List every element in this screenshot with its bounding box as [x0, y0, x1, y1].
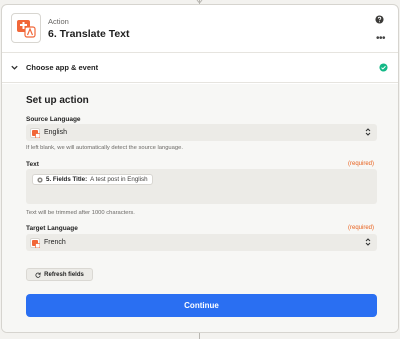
- check-circle-icon: [379, 63, 388, 72]
- source-language-label: Source Language: [26, 116, 81, 123]
- text-field-hint: Text will be trimmed after 1000 characte…: [26, 210, 135, 216]
- target-language-value: French: [44, 238, 66, 246]
- required-indicator: (required): [347, 161, 374, 167]
- formatter-icon: [37, 176, 43, 183]
- pill-field-value: A test post in English: [90, 176, 148, 183]
- target-language-select[interactable]: French: [26, 234, 377, 251]
- step-title[interactable]: 6. Translate Text: [48, 28, 130, 40]
- choose-app-section[interactable]: Choose app & event: [2, 53, 398, 83]
- refresh-fields-label: Refresh fields: [44, 271, 84, 278]
- section-label: Choose app & event: [26, 63, 99, 72]
- select-arrows-icon: [365, 128, 371, 136]
- step-header: Action 6. Translate Text •••: [2, 5, 398, 53]
- text-input[interactable]: 5. Fields Title: A test post in English: [26, 169, 377, 204]
- select-arrows-icon: [365, 238, 371, 246]
- source-language-value: English: [44, 128, 67, 136]
- source-language-hint: If left blank, we will automatically det…: [26, 145, 183, 151]
- step-type-label: Action: [48, 17, 69, 26]
- flow-connector-bottom: [199, 333, 200, 339]
- refresh-fields-button[interactable]: Refresh fields: [26, 268, 93, 281]
- action-step-card: Action 6. Translate Text ••• Choose app …: [1, 4, 399, 333]
- chevron-down-icon: [11, 65, 18, 70]
- source-language-select[interactable]: English: [26, 124, 377, 141]
- setup-action-panel: Set up action Source Language English If…: [2, 84, 398, 332]
- setup-title: Set up action: [26, 95, 89, 106]
- translate-app-icon: [11, 13, 41, 43]
- pill-field-name: 5. Fields Title:: [46, 176, 88, 183]
- translate-app-icon: [30, 238, 40, 248]
- continue-button[interactable]: Continue: [26, 294, 377, 317]
- mapped-field-pill[interactable]: 5. Fields Title: A test post in English: [32, 174, 153, 185]
- translate-app-icon: [30, 128, 40, 138]
- target-language-label: Target Language: [26, 225, 78, 232]
- help-icon[interactable]: [375, 15, 384, 24]
- refresh-icon: [35, 272, 41, 278]
- more-icon[interactable]: •••: [376, 34, 386, 44]
- continue-label: Continue: [184, 301, 219, 310]
- required-indicator: (required): [347, 225, 374, 231]
- text-field-label: Text: [26, 161, 39, 168]
